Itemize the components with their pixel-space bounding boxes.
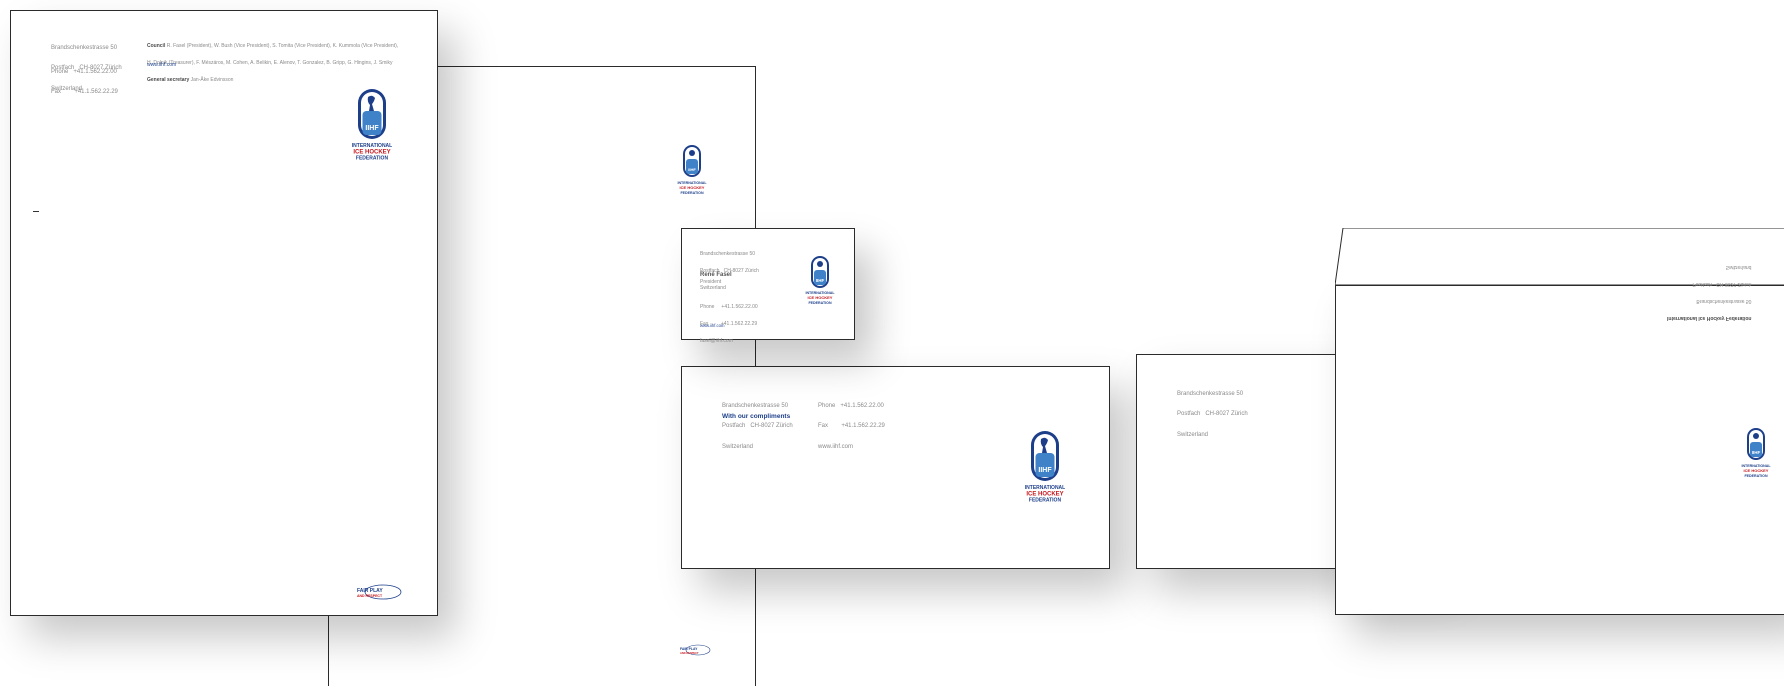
svg-text:IIHF: IIHF: [688, 167, 696, 172]
letterhead-contact: Phone +41.1.562.22.00 Fax +41.1.562.22.2…: [51, 68, 118, 96]
letterhead-website[interactable]: www.iihf.com: [147, 62, 176, 69]
svg-text:ICE HOCKEY: ICE HOCKEY: [680, 185, 705, 190]
envelope-small-address: Brandschenkestrasse 50 Postfach CH-8027 …: [1177, 390, 1248, 439]
svg-text:FEDERATION: FEDERATION: [1744, 474, 1767, 478]
card-title: President: [700, 279, 722, 285]
iihf-logo-back-sheet: IIHF INTERNATIONAL ICE HOCKEY FEDERATION: [668, 143, 716, 199]
svg-text:AND RESPECT: AND RESPECT: [680, 651, 699, 655]
letterhead-sheet: Brandschenkestrasse 50 Postfach CH-8027 …: [10, 10, 438, 616]
card-name: René Fasel: [700, 272, 732, 278]
svg-text:FEDERATION: FEDERATION: [1029, 498, 1062, 504]
letterhead-council: Council R. Fasel (President), W. Bush (V…: [147, 42, 399, 83]
svg-text:INTERNATIONAL: INTERNATIONAL: [1025, 485, 1065, 491]
svg-text:FEDERATION: FEDERATION: [808, 301, 831, 305]
iihf-logo-card: IIHF INTERNATIONAL ICE HOCKEY FEDERATION: [800, 255, 840, 307]
envelope-flap-address: International Ice Hockey Federation Bran…: [1667, 263, 1752, 322]
envelope-large: [1335, 285, 1784, 615]
svg-text:IIHF: IIHF: [365, 125, 379, 132]
svg-text:IIHF: IIHF: [1752, 450, 1761, 455]
svg-text:FEDERATION: FEDERATION: [356, 156, 389, 162]
compliments-slip: Brandschenkestrasse 50 Postfach CH-8027 …: [681, 366, 1110, 569]
slip-tagline: With our compliments: [722, 413, 791, 420]
svg-text:IIHF: IIHF: [816, 278, 825, 283]
slip-address: Brandschenkestrasse 50 Postfach CH-8027 …: [722, 402, 793, 451]
svg-text:IIHF: IIHF: [1038, 467, 1052, 474]
slip-contact: Phone +41.1.562.22.00 Fax +41.1.562.22.2…: [818, 402, 885, 451]
iihf-logo-slip: IIHF INTERNATIONAL ICE HOCKEY FEDERATION: [1017, 429, 1073, 507]
svg-text:ICE HOCKEY: ICE HOCKEY: [808, 295, 833, 300]
svg-text:AND RESPECT: AND RESPECT: [357, 594, 383, 598]
fold-mark: [33, 211, 39, 212]
fair-play-logo-back: FAIR PLAY AND RESPECT: [676, 643, 712, 661]
iihf-logo-envelope-large: IIHF INTERNATIONAL ICE HOCKEY FEDERATION: [1736, 427, 1776, 481]
svg-text:INTERNATIONAL: INTERNATIONAL: [352, 143, 392, 149]
svg-text:FEDERATION: FEDERATION: [680, 191, 703, 195]
fair-play-logo: FAIR PLAY AND RESPECT: [351, 583, 403, 606]
card-website[interactable]: www.iihf.com: [700, 323, 724, 329]
svg-text:ICE HOCKEY: ICE HOCKEY: [1744, 468, 1769, 473]
svg-text:FAIR PLAY: FAIR PLAY: [680, 647, 698, 651]
iihf-logo: IIHF INTERNATIONAL ICE HOCKEY FEDERATION: [344, 87, 400, 165]
business-card: Brandschenkestrasse 50 Postfach CH-8027 …: [681, 228, 855, 344]
